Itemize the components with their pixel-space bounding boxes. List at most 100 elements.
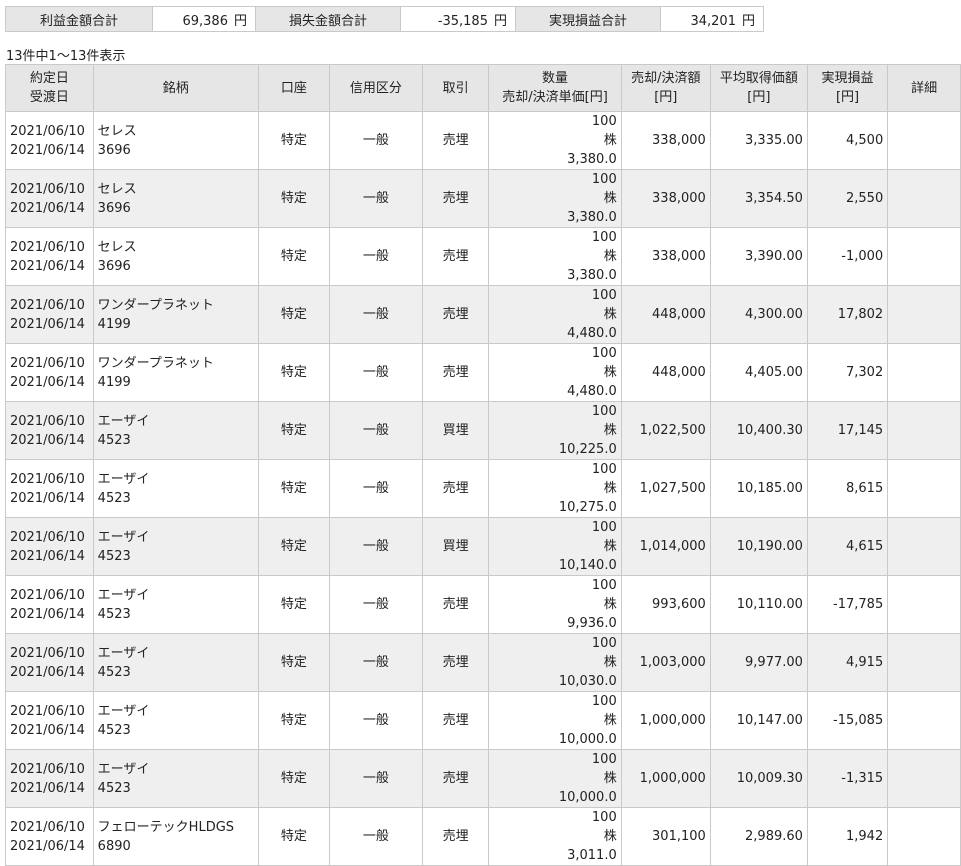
header-avg-price: 平均取得価額 [円] (709, 64, 808, 112)
header-detail: 詳細 (887, 64, 961, 112)
result-count: 13件中1～13件表示 (6, 49, 126, 64)
quantity-unit: 株 (603, 191, 617, 206)
settle-date: 2021/06/14 (10, 258, 85, 274)
settle-date: 2021/06/14 (10, 200, 85, 216)
quantity: 100 (591, 462, 617, 477)
quantity-unit: 株 (603, 597, 617, 612)
unit-price: 4,480.0 (567, 326, 617, 341)
header-realized-pl: 実現損益 [円] (806, 64, 889, 112)
quantity-line: 100 株 (493, 751, 617, 789)
account-cell: 特定 (257, 459, 330, 518)
credit-cell: 一般 (328, 633, 424, 692)
header-avg-price-line1: 平均取得価額 (719, 71, 798, 86)
header-realized-pl-line1: 実現損益 (821, 71, 874, 86)
stock-name: セレス (97, 239, 137, 255)
stock-code: 4523 (97, 780, 131, 796)
unit-price: 3,380.0 (567, 210, 617, 225)
table-row: 2021/06/10 2021/06/14 セレス 3696 特定 一般 売埋 10… (5, 227, 961, 286)
stock-name: ワンダープラネット (97, 297, 214, 313)
stock-code: 3696 (97, 200, 131, 216)
trade-date: 2021/06/10 (10, 645, 85, 661)
detail-cell (887, 749, 961, 808)
avg-price-cell: 3,335.00 (709, 111, 808, 170)
settle-date: 2021/06/14 (10, 780, 85, 796)
quantity-line: 100 株 (493, 229, 617, 267)
trade-date: 2021/06/10 (10, 123, 85, 139)
stock-code: 3696 (97, 142, 131, 158)
table-row: 2021/06/10 2021/06/14 エーザイ 4523 特定 一般 売埋 1… (5, 749, 961, 808)
detail-cell (887, 633, 961, 692)
credit-cell: 一般 (328, 343, 424, 402)
stock-name: ワンダープラネット (97, 355, 214, 371)
avg-price-cell: 2,989.60 (709, 807, 808, 866)
header-quantity: 数量 売却/決済単価[円] (488, 64, 622, 112)
unit-price: 10,140.0 (558, 558, 617, 573)
settle-date: 2021/06/14 (10, 374, 85, 390)
quantity: 100 (591, 694, 617, 709)
date-cell: 2021/06/10 2021/06/14 (5, 227, 94, 286)
table-row: 2021/06/10 2021/06/14 エーザイ 4523 特定 一般 買埋 1… (5, 401, 961, 460)
trade-date: 2021/06/10 (10, 703, 85, 719)
settle-date: 2021/06/14 (10, 142, 85, 158)
trade-cell: 買埋 (422, 401, 490, 460)
loss-total-unit: 円 (493, 13, 507, 29)
quantity-cell: 100 株 10,030.0 (488, 633, 622, 692)
loss-total-value: -35,185 円 (400, 6, 516, 32)
realized-pl-cell: 1,942 (806, 807, 889, 866)
header-account: 口座 (257, 64, 330, 112)
header-trade: 取引 (422, 64, 490, 112)
settle-date: 2021/06/14 (10, 838, 85, 854)
credit-cell: 一般 (328, 111, 424, 170)
stock-cell: エーザイ 4523 (92, 401, 259, 460)
stock-cell: ワンダープラネット 4199 (92, 285, 259, 344)
credit-cell: 一般 (328, 749, 424, 808)
amount-cell: 1,003,000 (620, 633, 711, 692)
detail-cell (887, 691, 961, 750)
profit-total-label: 利益金額合計 (5, 6, 153, 32)
trade-date: 2021/06/10 (10, 297, 85, 313)
quantity-unit: 株 (603, 423, 617, 438)
quantity-unit: 株 (603, 481, 617, 496)
settle-date: 2021/06/14 (10, 432, 85, 448)
account-cell: 特定 (257, 517, 330, 576)
unit-price: 3,011.0 (567, 848, 617, 863)
amount-cell: 1,014,000 (620, 517, 711, 576)
quantity-cell: 100 株 9,936.0 (488, 575, 622, 634)
realized-pl-cell: -1,000 (806, 227, 889, 286)
stock-name: エーザイ (97, 587, 150, 603)
amount-cell: 1,027,500 (620, 459, 711, 518)
date-cell: 2021/06/10 2021/06/14 (5, 749, 94, 808)
account-cell: 特定 (257, 111, 330, 170)
trade-date: 2021/06/10 (10, 761, 85, 777)
detail-cell (887, 401, 961, 460)
avg-price-cell: 10,110.00 (709, 575, 808, 634)
quantity-cell: 100 株 10,000.0 (488, 691, 622, 750)
settle-date: 2021/06/14 (10, 316, 85, 332)
stock-cell: エーザイ 4523 (92, 691, 259, 750)
realized-total-value: 34,201 円 (660, 6, 764, 32)
stock-name: エーザイ (97, 703, 150, 719)
profit-total-value: 69,386 円 (152, 6, 256, 32)
account-cell: 特定 (257, 401, 330, 460)
quantity-unit: 株 (603, 829, 617, 844)
avg-price-cell: 10,185.00 (709, 459, 808, 518)
realized-pl-cell: -17,785 (806, 575, 889, 634)
trade-date: 2021/06/10 (10, 529, 85, 545)
trade-cell: 売埋 (422, 749, 490, 808)
header-realized-pl-line2: [円] (835, 90, 860, 105)
quantity-cell: 100 株 3,380.0 (488, 227, 622, 286)
credit-cell: 一般 (328, 807, 424, 866)
table-row: 2021/06/10 2021/06/14 エーザイ 4523 特定 一般 売埋 1… (5, 633, 961, 692)
trade-history-table: 約定日 受渡日 銘柄 口座 信用区分 取引 数量 売却/決済単価[円] 売却/決済額… (5, 64, 961, 866)
trade-date: 2021/06/10 (10, 239, 85, 255)
stock-cell: セレス 3696 (92, 227, 259, 286)
table-row: 2021/06/10 2021/06/14 ワンダープラネット 4199 特定 一般… (5, 343, 961, 402)
detail-cell (887, 111, 961, 170)
settle-date: 2021/06/14 (10, 722, 85, 738)
realized-total-label: 実現損益合計 (515, 6, 661, 32)
detail-cell (887, 807, 961, 866)
trade-date: 2021/06/10 (10, 413, 85, 429)
quantity: 100 (591, 810, 617, 825)
trade-cell: 買埋 (422, 517, 490, 576)
header-credit: 信用区分 (328, 64, 424, 112)
